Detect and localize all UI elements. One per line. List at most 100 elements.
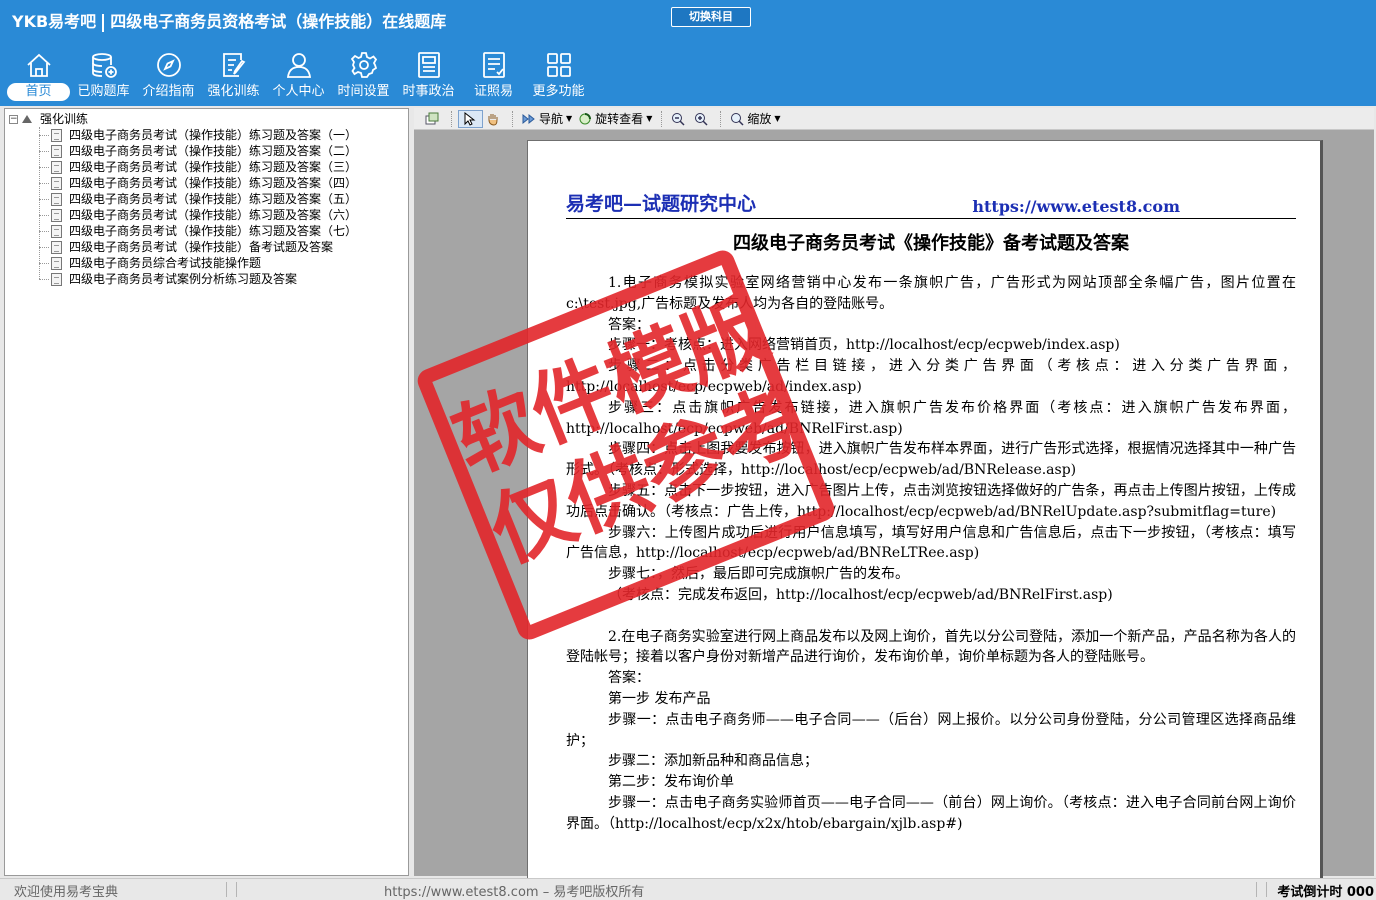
collapse-toggle-icon[interactable]: − <box>9 114 18 124</box>
navigate-menu[interactable]: 导航 ▼ <box>519 110 575 128</box>
nav-label: 更多功能 <box>532 84 585 99</box>
doc-paragraph: 答案： <box>608 670 650 687</box>
doc-paragraph: 步骤二：点击分类广告栏目链接，进入分类广告界面（考核点：进入分类广告界面，htt… <box>566 358 1296 395</box>
tree-item[interactable]: 四级电子商务员考试（操作技能）练习题及答案（四） <box>39 175 404 191</box>
document-icon <box>51 160 62 174</box>
document-body: 1.电子商务模拟实验室网络营销中心发布一条旗帜广告，广告形式为网站顶部全条幅广告… <box>566 273 1296 835</box>
document-icon <box>51 272 62 286</box>
document-viewer: 导航 ▼ 旋转查看 ▼ 缩放 ▼ 易考吧—试题研究中心 https://www.… <box>414 108 1374 880</box>
doc-paragraph: 1.电子商务模拟实验室网络营销中心发布一条旗帜广告，广告形式为网站顶部全条幅广告… <box>566 275 1296 312</box>
rotate-icon <box>579 112 592 124</box>
nav-certificate[interactable]: 证照易 <box>461 48 526 101</box>
doc-paragraph: 步骤二：添加新品种和商品信息； <box>608 753 818 770</box>
doc-paragraph: 步骤五：点击下一步按钮，进入广告图片上传，点击浏览按钮选择做好的广告条，再点击上… <box>566 482 1296 520</box>
tree-item[interactable]: 四级电子商务员考试（操作技能）练习题及答案（三） <box>39 159 404 175</box>
nav-label: 时间设置 <box>337 84 390 99</box>
rotate-menu[interactable]: 旋转查看 ▼ <box>575 110 655 128</box>
dropdown-caret-icon: ▼ <box>566 114 573 123</box>
thumbnail-icon <box>425 112 439 124</box>
thumbnail-button[interactable] <box>422 110 445 128</box>
nav-label: 首页 <box>7 83 70 101</box>
tree-root[interactable]: − 强化训练 <box>9 111 404 127</box>
edit-icon <box>222 53 245 77</box>
doc-blank-line <box>566 606 1296 627</box>
nav-home[interactable]: 首页 <box>6 48 71 101</box>
doc-paragraph: 2.在电子商务实验室进行网上商品发布以及网上询价，首先以分公司登陆，添加一个新产… <box>566 628 1296 666</box>
checklist-icon <box>482 52 505 78</box>
document-icon <box>51 192 62 206</box>
doc-paragraph: 步骤三：点击旗帜广告发布链接，进入旗帜广告发布价格界面（考核点：进入旗帜广告发布… <box>566 399 1296 437</box>
app-brand: YKB易考吧 四级电子商务员资格考试（操作技能）在线题库 <box>12 8 446 32</box>
tree-item-label: 四级电子商务员考试（操作技能）练习题及答案（一） <box>69 128 358 142</box>
toolbar-divider <box>720 110 722 127</box>
page-header-url: https://www.etest8.com <box>972 197 1180 216</box>
navigate-label: 导航 <box>539 112 564 126</box>
zoom-out-button[interactable] <box>668 110 691 128</box>
nav-guide[interactable]: 介绍指南 <box>136 48 201 101</box>
page-content: 易考吧—试题研究中心 https://www.etest8.com 四级电子商务… <box>566 193 1296 835</box>
nav-purchased[interactable]: 已购题库 <box>71 48 136 101</box>
tree-item[interactable]: 四级电子商务员综合考试技能操作题 <box>39 255 404 271</box>
doc-paragraph: 答案： <box>608 316 650 333</box>
tree-item[interactable]: 四级电子商务员考试（操作技能）练习题及答案（六） <box>39 207 404 223</box>
doc-paragraph: 步骤一：考核点：进入网络营销首页，http://localhost/ecp/ec… <box>608 337 1120 354</box>
doc-paragraph: 步骤四：点击上图我要发布按钮，进入旗帜广告发布样本界面，进行广告形式选择，根据情… <box>566 441 1296 479</box>
document-icon <box>51 176 62 190</box>
database-icon <box>91 53 117 78</box>
hand-icon <box>488 113 498 126</box>
tree-item-label: 四级电子商务员考试（操作技能）练习题及答案（五） <box>69 192 358 206</box>
dropdown-caret-icon: ▼ <box>646 114 653 123</box>
tree-item[interactable]: 四级电子商务员考试（操作技能）练习题及答案（五） <box>39 191 404 207</box>
navigate-icon <box>522 113 535 124</box>
user-icon <box>286 53 311 78</box>
training-tree: − 强化训练 四级电子商务员考试（操作技能）练习题及答案（一） 四级电子商务员考… <box>4 108 409 876</box>
tree-item[interactable]: 四级电子商务员考试（操作技能）备考试题及答案 <box>39 239 404 255</box>
doc-paragraph: 第二步：发布询价单 <box>608 774 734 791</box>
document-page[interactable]: 易考吧—试题研究中心 https://www.etest8.com 四级电子商务… <box>527 140 1323 880</box>
page-header: 易考吧—试题研究中心 https://www.etest8.com <box>566 193 1296 219</box>
compass-icon <box>156 53 181 77</box>
status-copyright: https://www.etest8.com – 易考吧版权所有 <box>384 885 645 900</box>
doc-paragraph: 步骤六：上传图片成功后进行用户信息填写，填写好用户信息和广告信息后，点击下一步按… <box>566 524 1296 562</box>
hand-tool-button[interactable] <box>483 110 506 128</box>
zoom-menu[interactable]: 缩放 ▼ <box>727 110 783 128</box>
nav-more[interactable]: 更多功能 <box>526 48 591 101</box>
nav-label: 介绍指南 <box>142 84 195 99</box>
tree-item-label: 四级电子商务员考试（操作技能）练习题及答案（六） <box>69 208 358 222</box>
rotate-label: 旋转查看 <box>595 112 644 126</box>
nav-time-settings[interactable]: 时间设置 <box>331 48 396 101</box>
document-icon <box>51 144 62 158</box>
tree-item-label: 四级电子商务员考试（操作技能）备考试题及答案 <box>69 240 334 254</box>
zoom-in-button[interactable] <box>691 110 714 128</box>
app-title: 四级电子商务员资格考试（操作技能）在线题库 <box>110 12 447 31</box>
tree-item[interactable]: 四级电子商务员考试（操作技能）练习题及答案（二） <box>39 143 404 159</box>
toolbar-divider <box>512 110 513 127</box>
viewer-toolbar: 导航 ▼ 旋转查看 ▼ 缩放 ▼ <box>414 108 1374 130</box>
tree-item[interactable]: 四级电子商务员考试（操作技能）练习题及答案（七） <box>39 223 404 239</box>
exam-countdown: 考试倒计时 000 <box>1277 885 1374 900</box>
switch-subject-button[interactable]: 切换科目 <box>671 7 751 27</box>
toolbar-divider <box>661 110 663 127</box>
zoom-out-icon <box>672 112 685 126</box>
toolbar-divider <box>451 110 452 127</box>
document-icon <box>51 256 62 270</box>
document-icon <box>51 208 62 222</box>
doc-paragraph: （考核点：完成发布返回，http://localhost/ecp/ecpweb/… <box>608 586 1113 603</box>
tree-item-label: 四级电子商务员综合考试技能操作题 <box>69 256 262 270</box>
status-divider <box>236 882 237 897</box>
nav-personal[interactable]: 个人中心 <box>266 48 331 101</box>
document-icon <box>51 128 62 142</box>
select-tool-button[interactable] <box>458 109 483 128</box>
nav-training[interactable]: 强化训练 <box>201 48 266 101</box>
tree-item[interactable]: 四级电子商务员考试案例分析练习题及答案 <box>39 271 404 287</box>
document-title: 四级电子商务员考试《操作技能》备考试题及答案 <box>733 233 1129 254</box>
tree-item-label: 四级电子商务员考试（操作技能）练习题及答案（二） <box>69 144 358 158</box>
cursor-icon <box>464 111 476 126</box>
tree-item[interactable]: 四级电子商务员考试（操作技能）练习题及答案（一） <box>39 127 404 143</box>
nav-politics[interactable]: 时事政治 <box>396 48 461 101</box>
document-icon <box>51 240 62 254</box>
nav-label: 证照易 <box>473 84 513 99</box>
main-nav: 首页 已购题库 介绍指南 强化训练 个人中心 时间设置 时事政治 证照易 更多功… <box>6 48 591 101</box>
brand-divider <box>102 13 105 32</box>
gear-icon <box>350 52 377 78</box>
